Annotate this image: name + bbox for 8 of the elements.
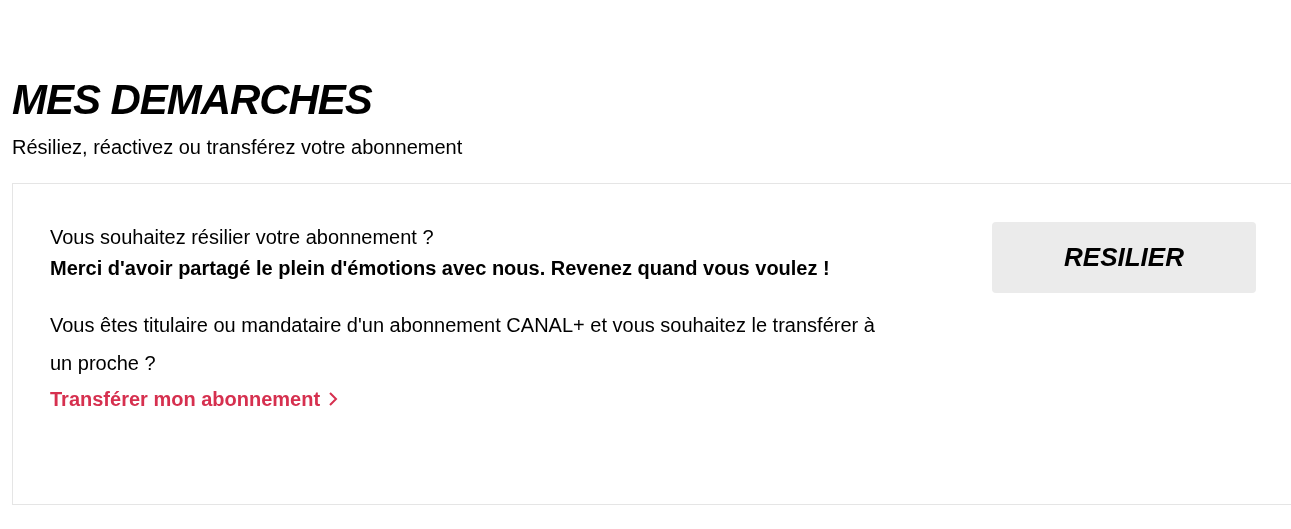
resilier-button[interactable]: RESILIER <box>992 222 1256 293</box>
transfer-link[interactable]: Transférer mon abonnement <box>50 384 339 414</box>
page-subtitle: Résiliez, réactivez ou transférez votre abonnement <box>12 135 463 160</box>
message-text: Merci d'avoir partagé le plein d'émotions avec nous. Revenez quand vous voulez ! <box>50 256 831 281</box>
chevron-right-icon <box>328 391 339 407</box>
page-title: MES DEMARCHES <box>12 76 372 124</box>
transfer-text: Vous êtes titulaire ou mandataire d'un abonnement CANAL+ et vous souhaitez le transférer à un proche ? <box>50 313 876 376</box>
question-text: Vous souhaitez résilier votre abonnement ? <box>50 225 435 250</box>
